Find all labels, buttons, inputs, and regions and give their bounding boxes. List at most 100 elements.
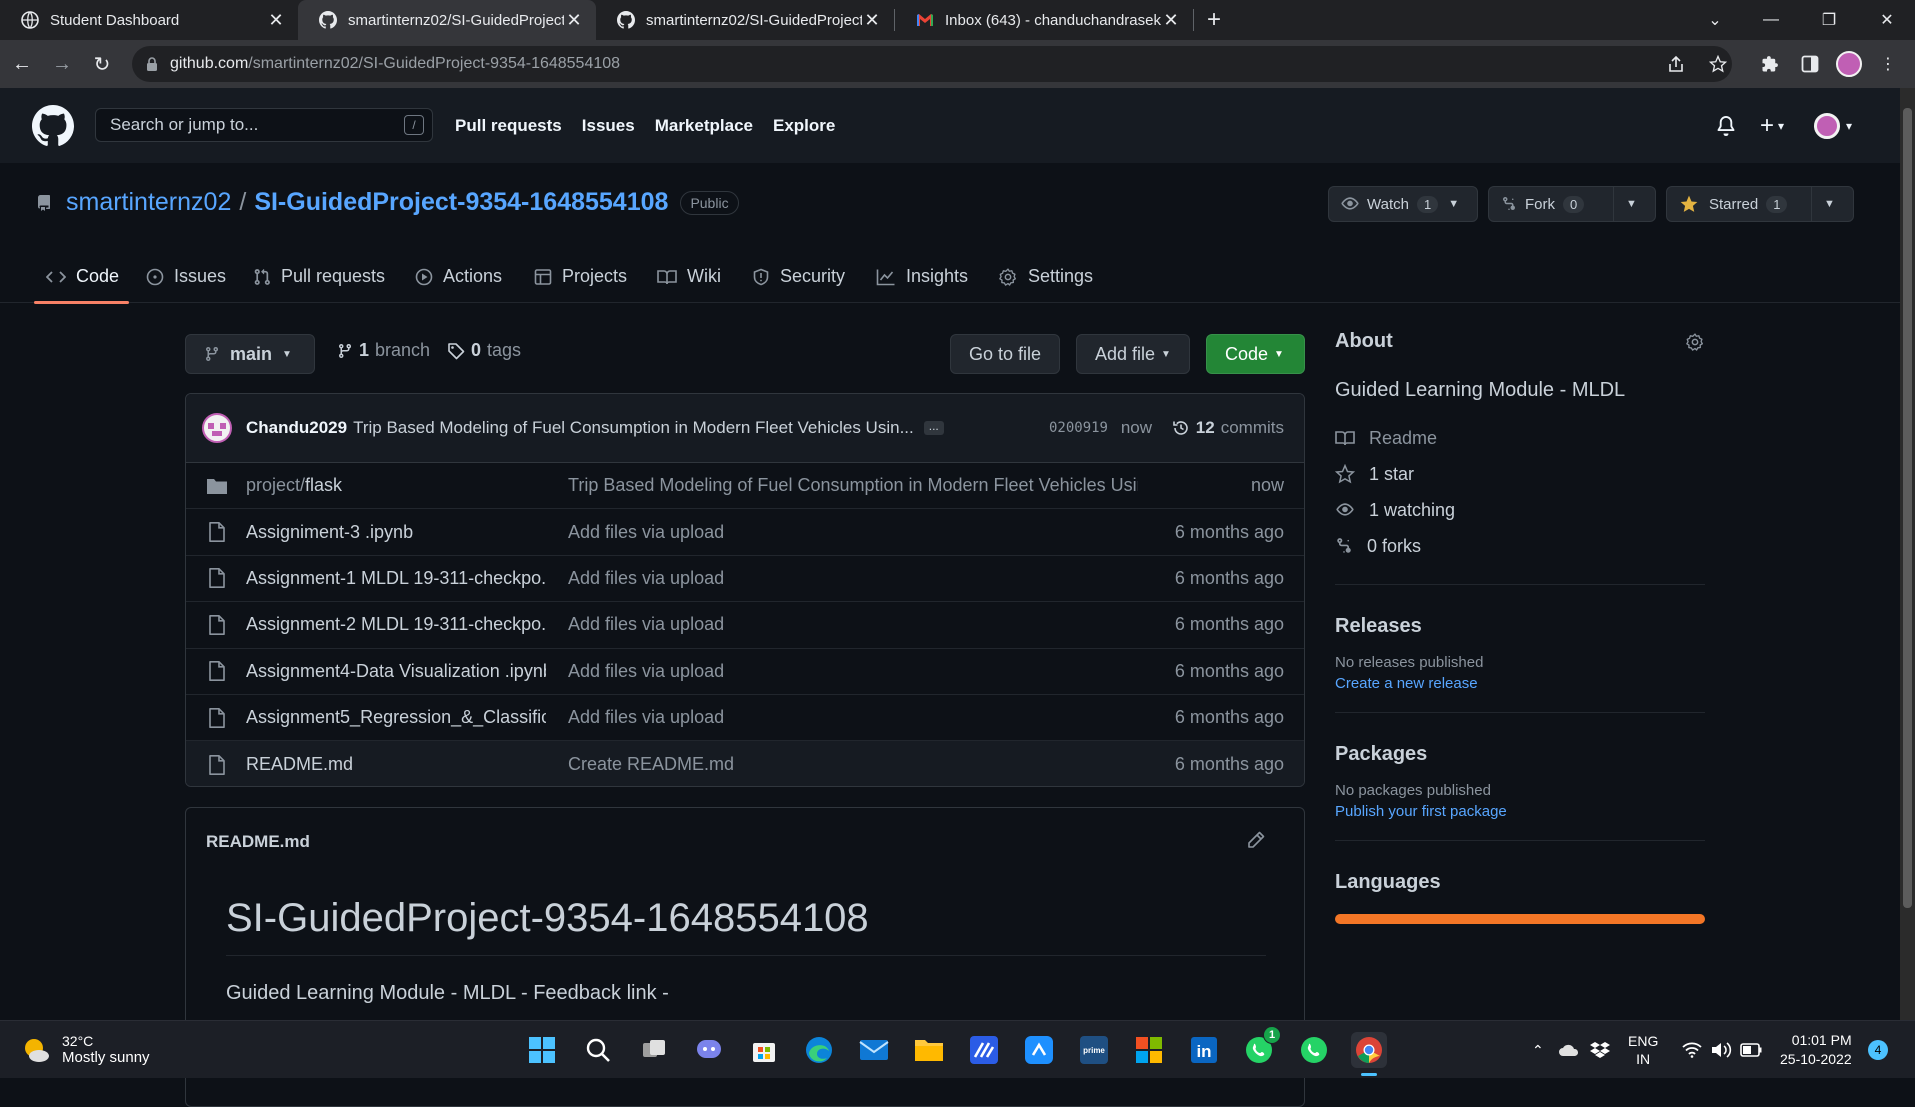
packages-title[interactable]: Packages: [1335, 743, 1705, 766]
file-name-link[interactable]: Assignment5_Regression_&_Classific...: [246, 707, 546, 728]
nav-marketplace[interactable]: Marketplace: [655, 116, 753, 136]
browser-menu-icon[interactable]: ⋮: [1868, 40, 1908, 88]
watching-link[interactable]: 1 watching: [1335, 492, 1705, 528]
tab-insights[interactable]: Insights: [876, 250, 968, 303]
go-to-file-button[interactable]: Go to file: [950, 334, 1061, 374]
file-commit-message[interactable]: Add files via upload: [568, 614, 1138, 635]
stars-link[interactable]: 1 star: [1335, 456, 1705, 492]
file-row[interactable]: project/flask Trip Based Modeling of Fue…: [186, 463, 1304, 510]
branch-select-button[interactable]: main ▼: [185, 334, 315, 374]
task-view-icon[interactable]: [636, 1032, 672, 1068]
create-release-link[interactable]: Create a new release: [1335, 675, 1705, 692]
branches-link[interactable]: 1 branch: [337, 340, 430, 361]
file-name-link[interactable]: README.md: [246, 754, 546, 775]
tab-code[interactable]: Code: [33, 250, 130, 304]
reload-button[interactable]: ↻: [82, 44, 122, 84]
readme-filename[interactable]: README.md: [206, 832, 310, 852]
fork-button[interactable]: Fork 0 ▼: [1488, 186, 1656, 222]
linkedin-icon[interactable]: in: [1186, 1032, 1222, 1068]
gear-icon[interactable]: [1685, 332, 1705, 352]
mail-icon[interactable]: [856, 1032, 892, 1068]
file-explorer-icon[interactable]: [911, 1032, 947, 1068]
file-commit-message[interactable]: Create README.md: [568, 754, 1138, 775]
notifications-bell-icon[interactable]: [1716, 88, 1736, 163]
weather-widget[interactable]: 32°C Mostly sunny: [20, 1033, 150, 1066]
tab-actions[interactable]: Actions: [415, 250, 502, 303]
file-name-link[interactable]: project/flask: [246, 475, 546, 496]
user-avatar-menu[interactable]: ▾: [1814, 88, 1852, 163]
browser-tab-gmail[interactable]: Inbox (643) - chanduchandrasekh ✕: [895, 0, 1193, 40]
tab-wiki[interactable]: Wiki: [657, 250, 721, 303]
close-tab-icon[interactable]: ✕: [862, 10, 882, 31]
commit-author-link[interactable]: Chandu2029: [246, 418, 347, 438]
star-button[interactable]: Starred 1 ▼: [1666, 186, 1854, 222]
input-language-indicator[interactable]: ENG IN: [1628, 1021, 1658, 1079]
dropbox-icon[interactable]: [1590, 1021, 1610, 1079]
prime-video-icon[interactable]: prime: [1076, 1032, 1112, 1068]
edit-pencil-icon[interactable]: [1246, 830, 1266, 850]
author-avatar[interactable]: [202, 413, 232, 443]
file-name-link[interactable]: Assignment-2 MLDL 19-311-checkpo...: [246, 614, 546, 635]
publish-package-link[interactable]: Publish your first package: [1335, 803, 1705, 820]
restore-button[interactable]: ❐: [1800, 0, 1858, 40]
file-commit-message[interactable]: Add files via upload: [568, 661, 1138, 682]
whatsapp-icon[interactable]: [1296, 1032, 1332, 1068]
tab-pull-requests[interactable]: Pull requests: [253, 250, 385, 303]
clock[interactable]: 01:01 PM 25-10-2022: [1780, 1021, 1852, 1079]
close-tab-icon[interactable]: ✕: [564, 10, 584, 31]
create-new-plus-icon[interactable]: + ▾: [1760, 88, 1784, 163]
whatsapp-icon[interactable]: 1: [1241, 1026, 1281, 1068]
repo-owner-link[interactable]: smartinternz02: [66, 188, 231, 217]
forward-button[interactable]: →: [42, 44, 82, 84]
tab-settings[interactable]: Settings: [998, 250, 1093, 303]
tab-projects[interactable]: Projects: [534, 250, 627, 303]
browser-tab-student-dashboard[interactable]: Student Dashboard ✕: [0, 0, 298, 40]
edge-browser-icon[interactable]: [801, 1032, 837, 1068]
releases-title[interactable]: Releases: [1335, 615, 1705, 638]
teams-chat-icon[interactable]: [691, 1032, 727, 1068]
side-panel-icon[interactable]: [1790, 40, 1830, 88]
watch-button[interactable]: Watch 1 ▼: [1328, 186, 1478, 222]
close-window-button[interactable]: ✕: [1858, 0, 1915, 40]
file-row[interactable]: Assignment-2 MLDL 19-311-checkpo... Add …: [186, 602, 1304, 649]
star-dropdown-chevron-icon[interactable]: ▼: [1811, 187, 1847, 221]
scrollbar-thumb[interactable]: [1903, 108, 1912, 908]
windows-start-icon[interactable]: [524, 1032, 560, 1068]
search-icon[interactable]: [580, 1032, 616, 1068]
microsoft-apps-icon[interactable]: [1131, 1032, 1167, 1068]
file-row[interactable]: Assignment-1 MLDL 19-311-checkpo... Add …: [186, 556, 1304, 603]
add-file-button[interactable]: Add file ▼: [1076, 334, 1190, 374]
browser-tab-repo-active[interactable]: smartinternz02/SI-GuidedProject- ✕: [298, 0, 596, 40]
share-icon[interactable]: [1656, 40, 1696, 88]
onedrive-cloud-icon[interactable]: [1558, 1021, 1580, 1079]
back-button[interactable]: ←: [2, 44, 42, 84]
minimize-button[interactable]: —: [1742, 0, 1800, 40]
github-search-input[interactable]: Search or jump to... /: [95, 108, 433, 142]
nav-issues[interactable]: Issues: [582, 116, 635, 136]
file-name-link[interactable]: Assignment-1 MLDL 19-311-checkpo...: [246, 568, 546, 589]
notification-center[interactable]: 4: [1868, 1021, 1888, 1079]
profile-avatar[interactable]: [1829, 40, 1869, 88]
tab-security[interactable]: Security: [752, 250, 845, 303]
commits-history-link[interactable]: 12 commits: [1172, 418, 1284, 438]
fork-dropdown-chevron-icon[interactable]: ▼: [1613, 187, 1649, 221]
nav-explore[interactable]: Explore: [773, 116, 835, 136]
file-name-link[interactable]: Assigniment-3 .ipynb: [246, 522, 546, 543]
address-bar[interactable]: github.com/smartinternz02/SI-GuidedProje…: [132, 46, 1732, 82]
commit-message-link[interactable]: Trip Based Modeling of Fuel Consumption …: [353, 418, 914, 438]
file-commit-message[interactable]: Trip Based Modeling of Fuel Consumption …: [568, 475, 1138, 496]
page-scrollbar[interactable]: [1900, 88, 1915, 1020]
app-icon[interactable]: [966, 1032, 1002, 1068]
browser-tab-repo[interactable]: smartinternz02/SI-GuidedProject- ✕: [596, 0, 894, 40]
close-tab-icon[interactable]: ✕: [1161, 10, 1181, 31]
github-logo-icon[interactable]: [32, 105, 74, 147]
tray-overflow-chevron-icon[interactable]: ⌃: [1532, 1021, 1544, 1079]
chrome-icon[interactable]: [1351, 1032, 1387, 1068]
file-commit-message[interactable]: Add files via upload: [568, 707, 1138, 728]
file-name-link[interactable]: Assignment4-Data Visualization .ipynb: [246, 661, 546, 682]
close-tab-icon[interactable]: ✕: [266, 10, 286, 31]
readme-link[interactable]: Readme: [1335, 420, 1705, 456]
tab-search-chevron-icon[interactable]: ⌄: [1686, 0, 1744, 40]
file-row[interactable]: README.md Create README.md 6 months ago: [186, 741, 1304, 786]
repo-name-link[interactable]: SI-GuidedProject-9354-1648554108: [254, 188, 668, 217]
